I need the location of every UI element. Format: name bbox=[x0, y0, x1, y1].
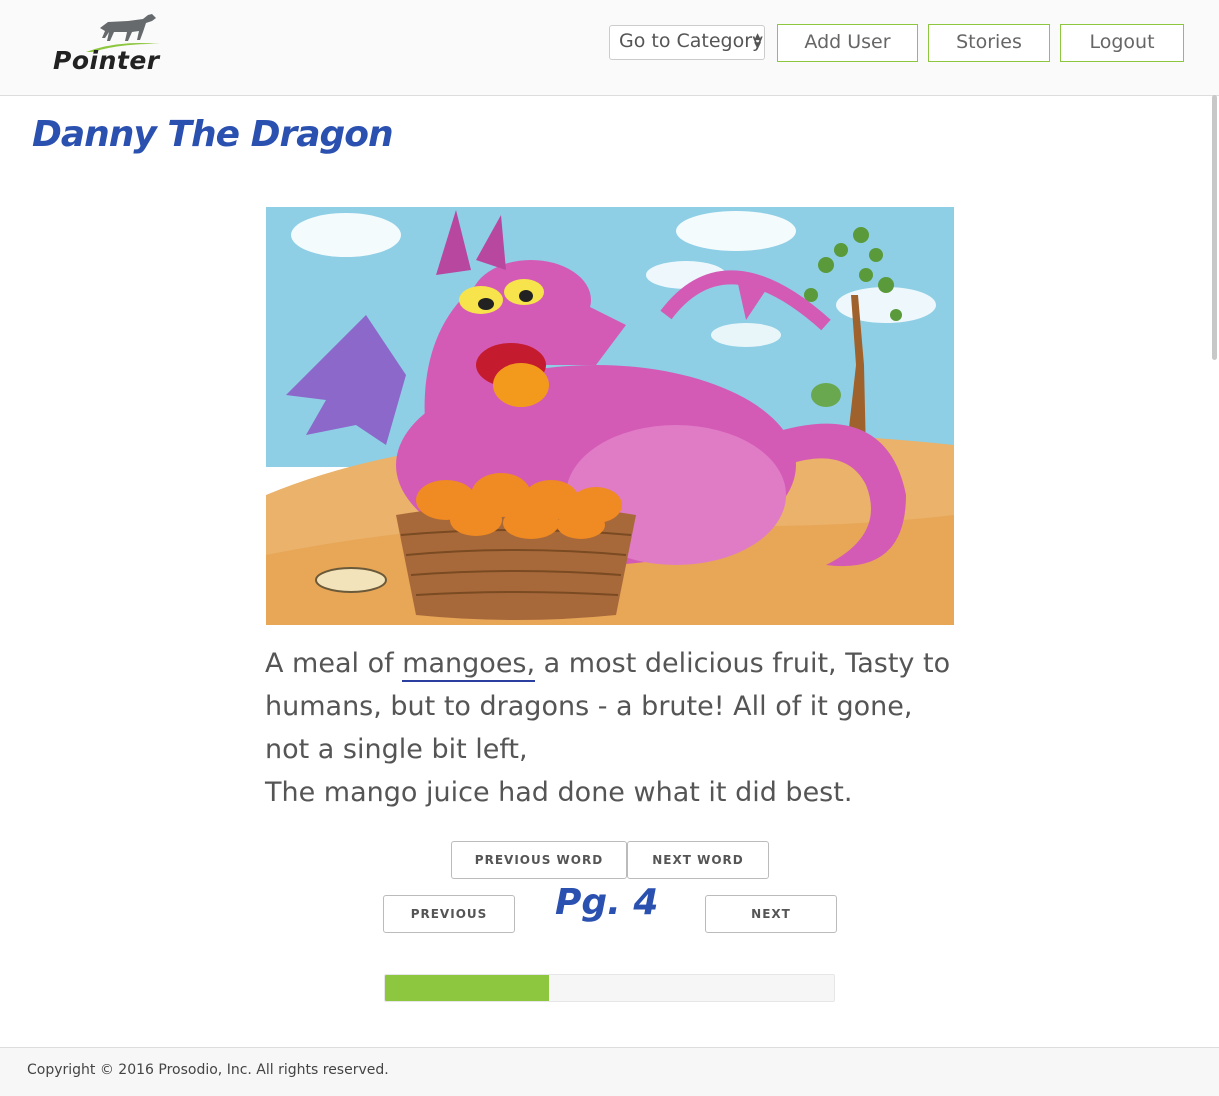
previous-page-button[interactable]: PREVIOUS bbox=[383, 895, 515, 933]
select-arrows-icon: ▲ ▼ bbox=[754, 32, 761, 51]
copyright-text: Copyright © 2016 Prosodio, Inc. All righ… bbox=[27, 1062, 389, 1078]
logo-text: Pointer bbox=[53, 46, 160, 75]
page-scrollbar[interactable] bbox=[1212, 95, 1219, 1047]
highlighted-word[interactable]: mangoes, bbox=[402, 648, 536, 682]
stories-button[interactable]: Stories bbox=[928, 24, 1050, 62]
previous-word-button[interactable]: PREVIOUS WORD bbox=[451, 841, 627, 879]
category-select[interactable]: Go to Category ▲ ▼ bbox=[609, 25, 765, 60]
category-select-label: Go to Category bbox=[619, 30, 764, 52]
story-text-last-line: The mango juice had done what it did bes… bbox=[265, 777, 853, 808]
story-illustration bbox=[266, 195, 954, 631]
scrollbar-thumb[interactable] bbox=[1212, 95, 1217, 360]
story-text-before: A meal of bbox=[265, 648, 403, 679]
progress-fill bbox=[385, 975, 549, 1001]
story-title: Danny The Dragon bbox=[32, 114, 394, 155]
pointer-logo[interactable]: Pointer bbox=[48, 12, 168, 76]
top-header: Pointer Go to Category ▲ ▼ Add User Stori… bbox=[0, 0, 1219, 96]
next-page-button[interactable]: NEXT bbox=[705, 895, 837, 933]
story-text: A meal of mangoes, a most delicious frui… bbox=[265, 642, 965, 814]
next-word-button[interactable]: NEXT WORD bbox=[627, 841, 769, 879]
add-user-button[interactable]: Add User bbox=[777, 24, 918, 62]
story-progress-bar bbox=[384, 974, 835, 1002]
logout-button[interactable]: Logout bbox=[1060, 24, 1184, 62]
page-number: Pg. 4 bbox=[555, 882, 659, 923]
footer: Copyright © 2016 Prosodio, Inc. All righ… bbox=[0, 1047, 1219, 1096]
